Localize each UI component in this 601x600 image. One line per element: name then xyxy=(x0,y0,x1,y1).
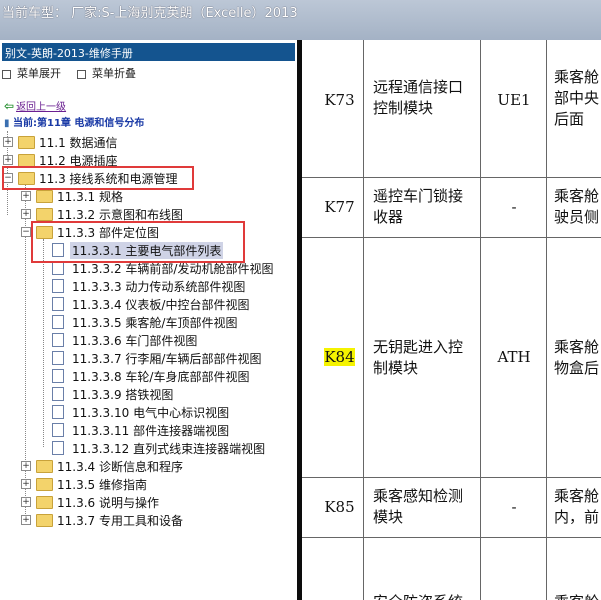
toc-tree: + 11.1 数据通信 + 11.2 电源插座 − 11.3 接线系统和电源管理… xyxy=(0,40,297,600)
option-code: ATH xyxy=(497,348,531,366)
folder-icon xyxy=(36,478,53,491)
document-icon xyxy=(52,441,64,455)
component-code: K85 xyxy=(324,498,355,516)
expand-toggle-icon[interactable]: + xyxy=(21,515,31,525)
row-border xyxy=(302,177,601,178)
expand-toggle-icon[interactable]: + xyxy=(21,479,31,489)
component-code: K84 xyxy=(310,347,369,368)
folder-icon xyxy=(18,136,35,149)
row-border xyxy=(302,237,601,238)
option-code: - xyxy=(511,498,517,516)
document-icon xyxy=(52,369,64,383)
component-code: K73 xyxy=(324,91,355,109)
option-code: UE1 xyxy=(497,91,531,109)
row-border xyxy=(302,477,601,478)
document-icon xyxy=(52,387,64,401)
component-location: 乘客舱 内，前 xyxy=(554,487,600,526)
document-icon xyxy=(52,261,64,275)
highlight-box xyxy=(2,166,194,190)
title-bar: 当前车型： 厂家:S-上海别克英朗（Excelle）2013 xyxy=(0,0,601,40)
component-name: 远程通信接口 控制模块 xyxy=(373,78,464,117)
folder-icon xyxy=(36,514,53,527)
tree-line xyxy=(43,239,44,447)
navigation-panel: 别文-英朗-2013-维修手册 菜单展开 菜单折叠 ⇦ 返回上一级 ▮ 当前:第1… xyxy=(0,40,297,600)
component-name: 遥控车门锁接 收器 xyxy=(373,187,464,226)
collapse-toggle-icon[interactable]: − xyxy=(21,227,31,237)
component-location: 乘客舱 物盒后 xyxy=(554,338,600,377)
row-border xyxy=(302,537,601,538)
document-icon xyxy=(52,351,64,365)
content-table: K73 远程通信接口 控制模块 UE1 乘客舱 部中央 后面 K77 遥控车门锁… xyxy=(302,40,601,600)
expand-toggle-icon[interactable]: + xyxy=(21,209,31,219)
component-name: 无钥匙进入控 制模块 xyxy=(373,338,464,377)
document-icon xyxy=(52,279,64,293)
component-code: K77 xyxy=(324,198,355,216)
document-icon xyxy=(52,405,64,419)
component-location: 乘客舱 xyxy=(554,592,599,600)
folder-icon xyxy=(36,460,53,473)
option-code: - xyxy=(511,198,517,216)
search-highlight: K84 xyxy=(324,348,355,366)
document-icon xyxy=(52,315,64,329)
document-icon xyxy=(52,423,64,437)
component-location: 乘客舱 驶员侧 xyxy=(554,187,600,226)
folder-icon xyxy=(36,496,53,509)
window-title: 当前车型： 厂家:S-上海别克英朗（Excelle）2013 xyxy=(2,6,298,21)
document-icon xyxy=(52,333,64,347)
folder-icon xyxy=(36,190,53,203)
expand-toggle-icon[interactable]: + xyxy=(21,461,31,471)
component-name: 安全防盗系统 xyxy=(373,592,463,600)
expand-toggle-icon[interactable]: + xyxy=(3,137,13,147)
component-name: 乘客感知检测 模块 xyxy=(373,487,464,526)
highlight-box xyxy=(31,221,245,263)
expand-toggle-icon[interactable]: + xyxy=(21,191,31,201)
folder-icon xyxy=(36,208,53,221)
expand-toggle-icon[interactable]: + xyxy=(3,155,13,165)
component-location: 乘客舱 部中央 后面 xyxy=(554,68,600,128)
expand-toggle-icon[interactable]: + xyxy=(21,497,31,507)
document-icon xyxy=(52,297,64,311)
